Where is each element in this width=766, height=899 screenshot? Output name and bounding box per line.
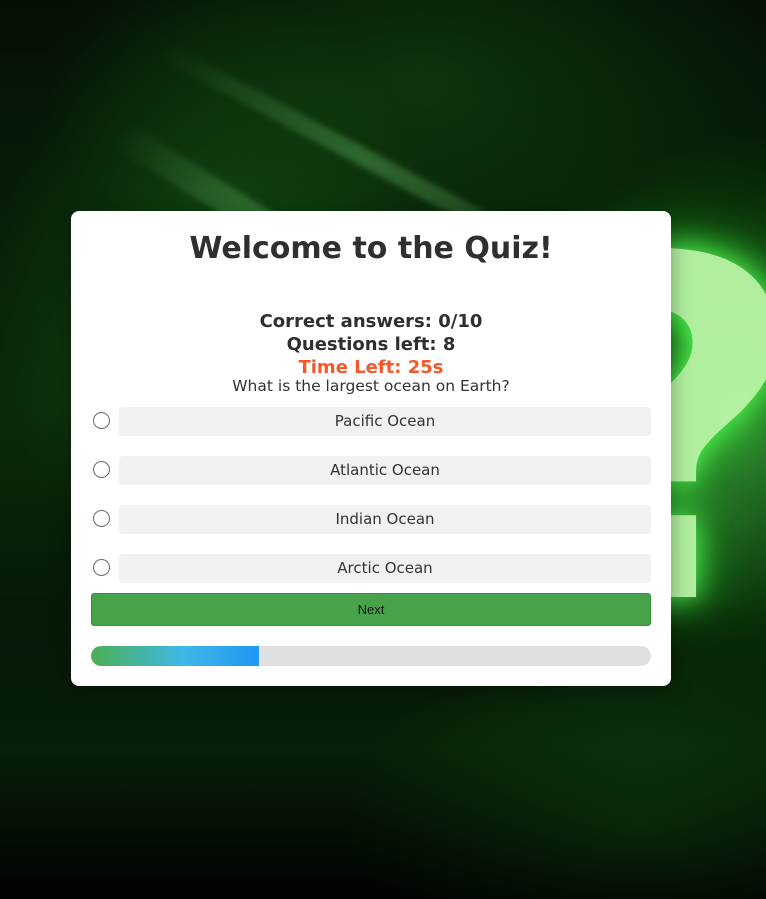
- radio-button[interactable]: [93, 412, 110, 429]
- radio-button[interactable]: [93, 559, 110, 576]
- quiz-card: Welcome to the Quiz! Correct answers: 0/…: [71, 211, 671, 686]
- progress-bar: [91, 646, 651, 666]
- quiz-title: Welcome to the Quiz!: [189, 231, 553, 266]
- answer-option-1[interactable]: Pacific Ocean: [91, 407, 651, 437]
- answer-option-label[interactable]: Atlantic Ocean: [119, 456, 651, 485]
- answer-option-3[interactable]: Indian Ocean: [91, 505, 651, 535]
- answer-option-label[interactable]: Pacific Ocean: [119, 407, 651, 436]
- questions-left-counter: Questions left: 8: [286, 334, 456, 355]
- time-left-timer: Time Left: 25s: [298, 357, 444, 378]
- quiz-stats: Correct answers: 0/10 Questions left: 8 …: [71, 310, 671, 379]
- answer-option-label[interactable]: Indian Ocean: [119, 505, 651, 534]
- correct-answers-counter: Correct answers: 0/10: [259, 311, 483, 332]
- answer-option-4[interactable]: Arctic Ocean: [91, 554, 651, 584]
- radio-button[interactable]: [93, 461, 110, 478]
- answer-option-label[interactable]: Arctic Ocean: [119, 554, 651, 583]
- progress-bar-fill: [91, 646, 259, 666]
- question-text: What is the largest ocean on Earth?: [232, 377, 510, 395]
- answer-option-2[interactable]: Atlantic Ocean: [91, 456, 651, 486]
- radio-button[interactable]: [93, 510, 110, 527]
- next-button[interactable]: Next: [91, 593, 651, 626]
